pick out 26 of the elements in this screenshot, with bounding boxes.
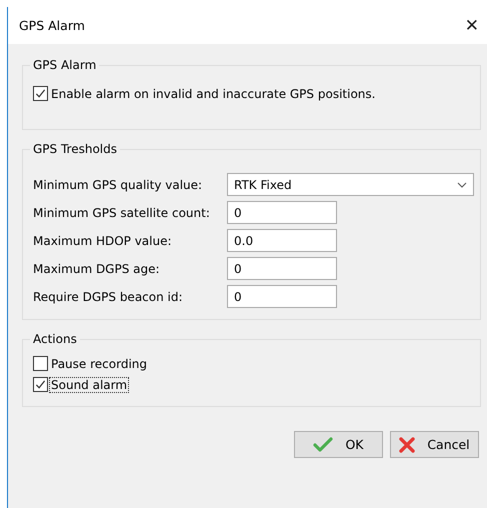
field-label: Require DGPS beacon id: (33, 290, 184, 304)
input-field[interactable]: 0 (227, 257, 337, 280)
group-title: GPS Alarm (32, 58, 98, 72)
checkbox[interactable] (33, 356, 48, 371)
checkmark-icon (313, 436, 334, 452)
close-button[interactable]: ✕ (456, 16, 487, 36)
quality-dropdown[interactable]: RTK Fixed (227, 173, 474, 196)
checkbox-label: Sound alarm (50, 378, 128, 392)
ok-button[interactable]: OK (294, 431, 383, 458)
checkbox-label: Pause recording (50, 356, 148, 370)
checkbox[interactable] (33, 377, 48, 392)
checkbox[interactable] (33, 86, 48, 101)
field-label: Maximum HDOP value: (33, 234, 173, 248)
input-field[interactable]: 0 (227, 285, 337, 308)
field-label: Minimum GPS quality value: (33, 178, 204, 192)
input-field[interactable]: 0.0 (227, 229, 337, 252)
group-title: GPS Tresholds (32, 142, 118, 156)
field-label: Maximum DGPS age: (33, 262, 161, 276)
chevron-down-icon (457, 182, 467, 188)
field-label: Minimum GPS satellite count: (33, 206, 211, 220)
cancel-button[interactable]: Cancel (390, 431, 479, 458)
cross-icon (399, 436, 416, 452)
checkbox-label: Enable alarm on invalid and inaccurate GPS positions. (50, 86, 376, 100)
group-title: Actions (32, 332, 78, 346)
window-title: GPS Alarm (19, 18, 85, 33)
input-field[interactable]: 0 (227, 201, 337, 224)
